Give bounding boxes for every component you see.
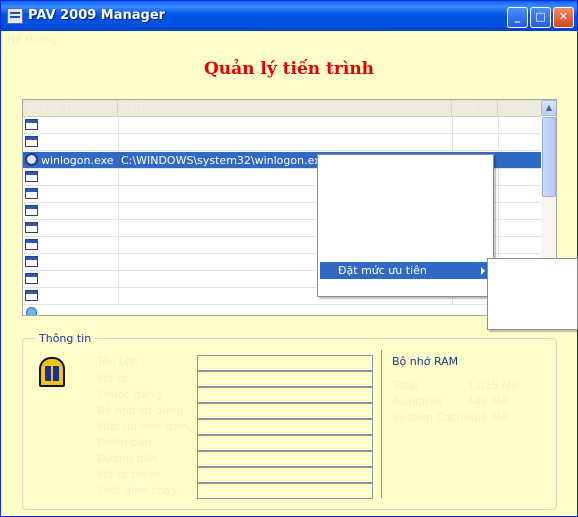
window-icon bbox=[25, 136, 38, 147]
column-header-path[interactable]: Path bbox=[118, 100, 452, 116]
ram-key: Total bbox=[392, 379, 418, 392]
context-menu: Đặt mức ưu tiên bbox=[317, 154, 494, 297]
row-name: winlogon.exe bbox=[41, 154, 114, 167]
table-row[interactable] bbox=[23, 134, 541, 151]
prop-field[interactable] bbox=[197, 467, 373, 483]
prop-label: Thuộc hãng bbox=[97, 388, 162, 401]
prop-field[interactable] bbox=[197, 355, 373, 371]
app-icon bbox=[7, 8, 23, 24]
prop-label: Mức ưu tiên trang bbox=[97, 420, 195, 433]
window-icon bbox=[25, 205, 38, 216]
column-header-name[interactable]: Image Name bbox=[23, 100, 118, 116]
ram-value: 306 MB bbox=[467, 411, 509, 424]
process-info-icon bbox=[39, 357, 65, 387]
window-icon bbox=[25, 290, 38, 301]
title-bar[interactable]: PAV 2009 Manager _ □ ✕ bbox=[1, 1, 577, 31]
prop-field[interactable] bbox=[197, 387, 373, 403]
prop-field[interactable] bbox=[197, 451, 373, 467]
column-header-pid[interactable]: PID bbox=[452, 100, 498, 116]
prop-label: Thời gian chạy bbox=[97, 484, 178, 497]
ram-key: System Cache bbox=[392, 411, 471, 424]
prop-label: Mô tả bbox=[97, 372, 128, 385]
ram-key: Available bbox=[392, 395, 442, 408]
menu-system[interactable]: Hệ thống bbox=[7, 33, 58, 46]
prop-label: Phiên bản bbox=[97, 436, 152, 449]
prop-label: Mô tả thêm bbox=[97, 468, 161, 481]
scroll-thumb[interactable] bbox=[542, 117, 556, 197]
window-title: PAV 2009 Manager bbox=[28, 8, 166, 23]
page-title: Quản lý tiến trình bbox=[203, 59, 375, 79]
row-path: C:\WINDOWS\system32\winlogon.exe bbox=[121, 154, 328, 167]
divider bbox=[381, 350, 382, 498]
minimize-button[interactable]: _ bbox=[507, 7, 528, 28]
window-icon bbox=[25, 171, 38, 182]
list-header: Image Name Path PID bbox=[23, 100, 541, 117]
prop-label: Đường dẫn bbox=[97, 452, 158, 465]
maximize-button[interactable]: □ bbox=[530, 7, 551, 28]
menu-bar: Hệ thống bbox=[1, 32, 577, 48]
ram-value: 1,015 MB bbox=[467, 379, 520, 392]
prop-field[interactable] bbox=[197, 371, 373, 387]
prop-field[interactable] bbox=[197, 403, 373, 419]
submenu-arrow-icon bbox=[481, 267, 485, 275]
globe-icon bbox=[26, 307, 37, 315]
window-icon bbox=[25, 222, 38, 233]
window-icon bbox=[25, 273, 38, 284]
ram-title: Bộ nhớ RAM bbox=[392, 355, 459, 368]
ram-value: 449 MB bbox=[467, 395, 509, 408]
window-icon bbox=[25, 119, 38, 130]
info-group-title: Thông tin bbox=[35, 332, 96, 345]
window-icon bbox=[25, 239, 38, 250]
window-icon bbox=[25, 256, 38, 267]
prop-label: Bộ nhớ sử dụng bbox=[97, 404, 184, 417]
process-icon bbox=[25, 153, 38, 166]
prop-field[interactable] bbox=[197, 435, 373, 451]
table-row[interactable] bbox=[23, 117, 541, 134]
prop-label: Tên tệp bbox=[97, 355, 138, 368]
menu-item-label: Đặt mức ưu tiên bbox=[338, 264, 427, 277]
prop-field[interactable] bbox=[197, 483, 373, 499]
scroll-up-icon[interactable]: ▲ bbox=[541, 100, 556, 116]
close-button[interactable]: ✕ bbox=[553, 7, 574, 28]
menu-item-set-priority[interactable]: Đặt mức ưu tiên bbox=[320, 262, 491, 279]
priority-submenu bbox=[487, 258, 578, 330]
table-row[interactable] bbox=[23, 305, 541, 315]
window-icon bbox=[25, 188, 38, 199]
prop-field[interactable] bbox=[197, 419, 373, 435]
